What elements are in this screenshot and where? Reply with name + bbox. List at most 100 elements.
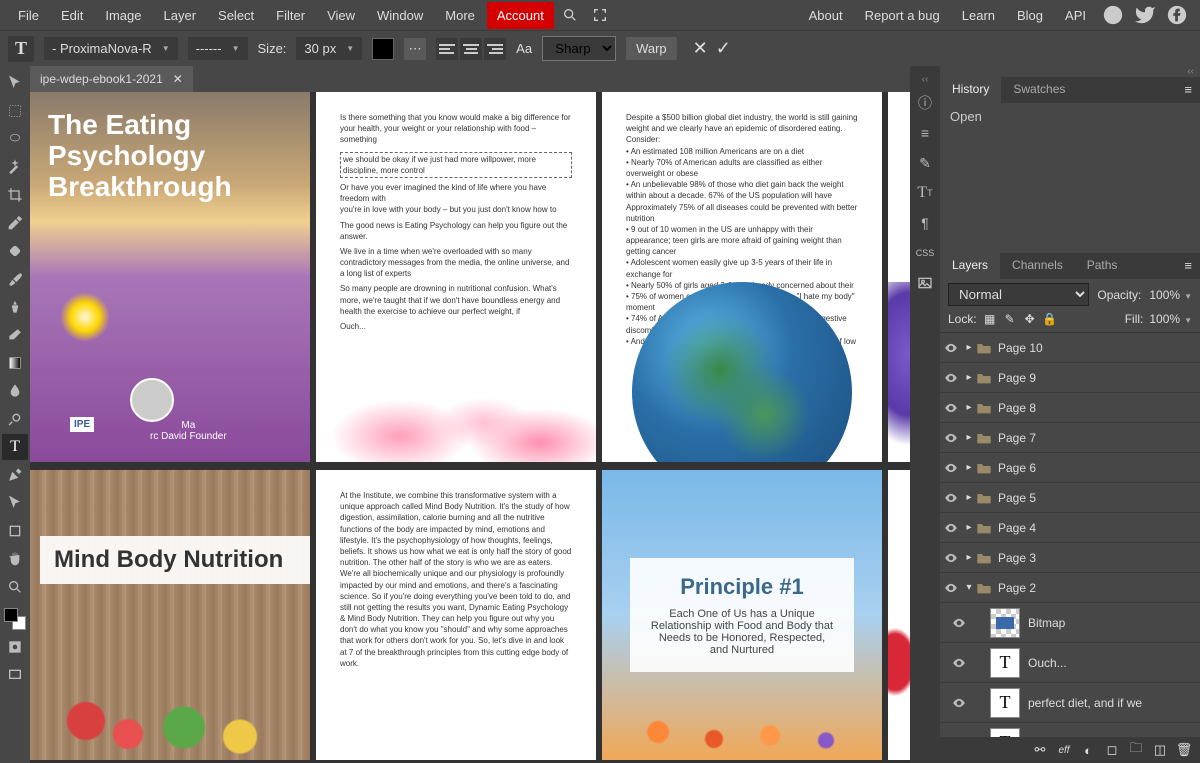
quickmask-toggle[interactable] [2, 634, 28, 660]
visibility-toggle[interactable] [948, 656, 970, 670]
twitter-icon[interactable] [1134, 4, 1156, 26]
menu-more[interactable]: More [435, 2, 485, 29]
layer-mask-icon[interactable]: ◻ [1104, 742, 1120, 758]
warp-button[interactable]: Warp [626, 37, 677, 60]
font-weight-select[interactable]: ------ [188, 37, 248, 60]
layer-effects-icon[interactable]: eff [1056, 742, 1072, 758]
screen-mode-toggle[interactable] [2, 662, 28, 688]
tab-channels[interactable]: Channels [1000, 253, 1075, 279]
cancel-icon[interactable]: ✕ [693, 38, 708, 59]
lock-transparency-icon[interactable]: ▦ [983, 312, 997, 326]
lock-all-icon[interactable]: 🔒 [1043, 312, 1057, 326]
type-tool[interactable]: T [2, 434, 28, 460]
menu-report-bug[interactable]: Report a bug [855, 2, 950, 29]
menu-about[interactable]: About [799, 2, 853, 29]
pen-tool[interactable] [2, 462, 28, 488]
tab-history[interactable]: History [940, 77, 1001, 103]
visibility-toggle[interactable] [940, 431, 962, 445]
blend-mode-select[interactable]: Normal [948, 283, 1089, 306]
hand-tool[interactable] [2, 546, 28, 572]
visibility-toggle[interactable] [940, 521, 962, 535]
menu-layer[interactable]: Layer [154, 2, 207, 29]
visibility-toggle[interactable] [940, 461, 962, 475]
text-color-swatch[interactable] [372, 38, 394, 60]
tab-paths[interactable]: Paths [1075, 253, 1130, 279]
history-panel-menu-icon[interactable]: ≡ [1176, 77, 1200, 103]
eraser-tool[interactable] [2, 322, 28, 348]
brush-tool[interactable] [2, 266, 28, 292]
visibility-toggle[interactable] [940, 551, 962, 565]
lock-pixels-icon[interactable]: ✎ [1003, 312, 1017, 326]
menu-edit[interactable]: Edit [51, 2, 93, 29]
commit-icon[interactable]: ✓ [716, 38, 731, 59]
menu-filter[interactable]: Filter [266, 2, 315, 29]
expand-toggle[interactable]: ▸ [962, 552, 976, 563]
expand-toggle[interactable]: ▾ [962, 582, 976, 593]
color-swatches[interactable] [2, 606, 28, 632]
move-tool[interactable] [2, 70, 28, 96]
gradient-tool[interactable] [2, 350, 28, 376]
layer-folder[interactable]: ▸Page 9 [940, 363, 1200, 393]
crop-tool[interactable] [2, 182, 28, 208]
align-left-button[interactable] [436, 38, 458, 60]
adjustment-layer-icon[interactable]: ◐ [1080, 742, 1096, 758]
layer-item[interactable]: TSo many people are c [940, 723, 1200, 737]
tab-layers[interactable]: Layers [940, 253, 1000, 279]
paragraph-panel-icon[interactable]: ¶ [913, 211, 937, 235]
menu-api[interactable]: API [1055, 2, 1096, 29]
new-layer-icon[interactable]: ◫ [1152, 742, 1168, 758]
visibility-toggle[interactable] [940, 581, 962, 595]
expand-toggle[interactable]: ▸ [962, 522, 976, 533]
blur-tool[interactable] [2, 378, 28, 404]
visibility-toggle[interactable] [940, 371, 962, 385]
font-family-select[interactable]: - ProximaNova-R [44, 37, 178, 60]
heal-tool[interactable] [2, 238, 28, 264]
marquee-tool[interactable] [2, 98, 28, 124]
tab-swatches[interactable]: Swatches [1001, 77, 1077, 103]
brush-panel-icon[interactable]: ✎ [913, 151, 937, 175]
menu-file[interactable]: File [8, 2, 49, 29]
align-right-button[interactable] [484, 38, 506, 60]
dodge-tool[interactable] [2, 406, 28, 432]
lasso-tool[interactable] [2, 126, 28, 152]
facebook-icon[interactable] [1166, 4, 1188, 26]
menu-blog[interactable]: Blog [1007, 2, 1053, 29]
tab-close-icon[interactable]: ✕ [173, 72, 183, 86]
visibility-toggle[interactable] [940, 341, 962, 355]
layer-folder[interactable]: ▾Page 2 [940, 573, 1200, 603]
link-layers-icon[interactable]: ⚯ [1032, 742, 1048, 758]
lock-position-icon[interactable]: ✥ [1023, 312, 1037, 326]
fullscreen-icon[interactable] [590, 5, 610, 25]
search-icon[interactable] [560, 5, 580, 25]
shape-tool[interactable] [2, 518, 28, 544]
menu-view[interactable]: View [317, 2, 365, 29]
layers-panel-menu-icon[interactable]: ≡ [1176, 253, 1200, 279]
layer-folder[interactable]: ▸Page 10 [940, 333, 1200, 363]
menu-select[interactable]: Select [208, 2, 264, 29]
new-folder-icon[interactable]: 🗀 [1128, 742, 1144, 758]
path-select-tool[interactable] [2, 490, 28, 516]
selected-text-layer[interactable]: we should be okay if we just had more wi… [340, 152, 572, 178]
character-panel-icon[interactable]: TT [913, 181, 937, 205]
layer-folder[interactable]: ▸Page 5 [940, 483, 1200, 513]
fill-value[interactable]: 100% [1149, 312, 1192, 326]
visibility-toggle[interactable] [948, 616, 970, 630]
zoom-tool[interactable] [2, 574, 28, 600]
menu-window[interactable]: Window [367, 2, 433, 29]
visibility-toggle[interactable] [940, 401, 962, 415]
menu-image[interactable]: Image [95, 2, 151, 29]
more-options-icon[interactable]: ⋯ [404, 38, 426, 60]
layer-item[interactable]: TOuch... [940, 643, 1200, 683]
css-panel-icon[interactable]: CSS [913, 241, 937, 265]
image-panel-icon[interactable] [913, 271, 937, 295]
eyedropper-tool[interactable] [2, 210, 28, 236]
layer-folder[interactable]: ▸Page 8 [940, 393, 1200, 423]
clone-tool[interactable] [2, 294, 28, 320]
expand-toggle[interactable]: ▸ [962, 492, 976, 503]
layer-folder[interactable]: ▸Page 4 [940, 513, 1200, 543]
layer-folder[interactable]: ▸Page 7 [940, 423, 1200, 453]
layer-folder[interactable]: ▸Page 6 [940, 453, 1200, 483]
properties-panel-icon[interactable]: ≡ [913, 121, 937, 145]
layer-item[interactable]: Tperfect diet, and if we [940, 683, 1200, 723]
info-panel-icon[interactable]: ⓘ [913, 91, 937, 115]
